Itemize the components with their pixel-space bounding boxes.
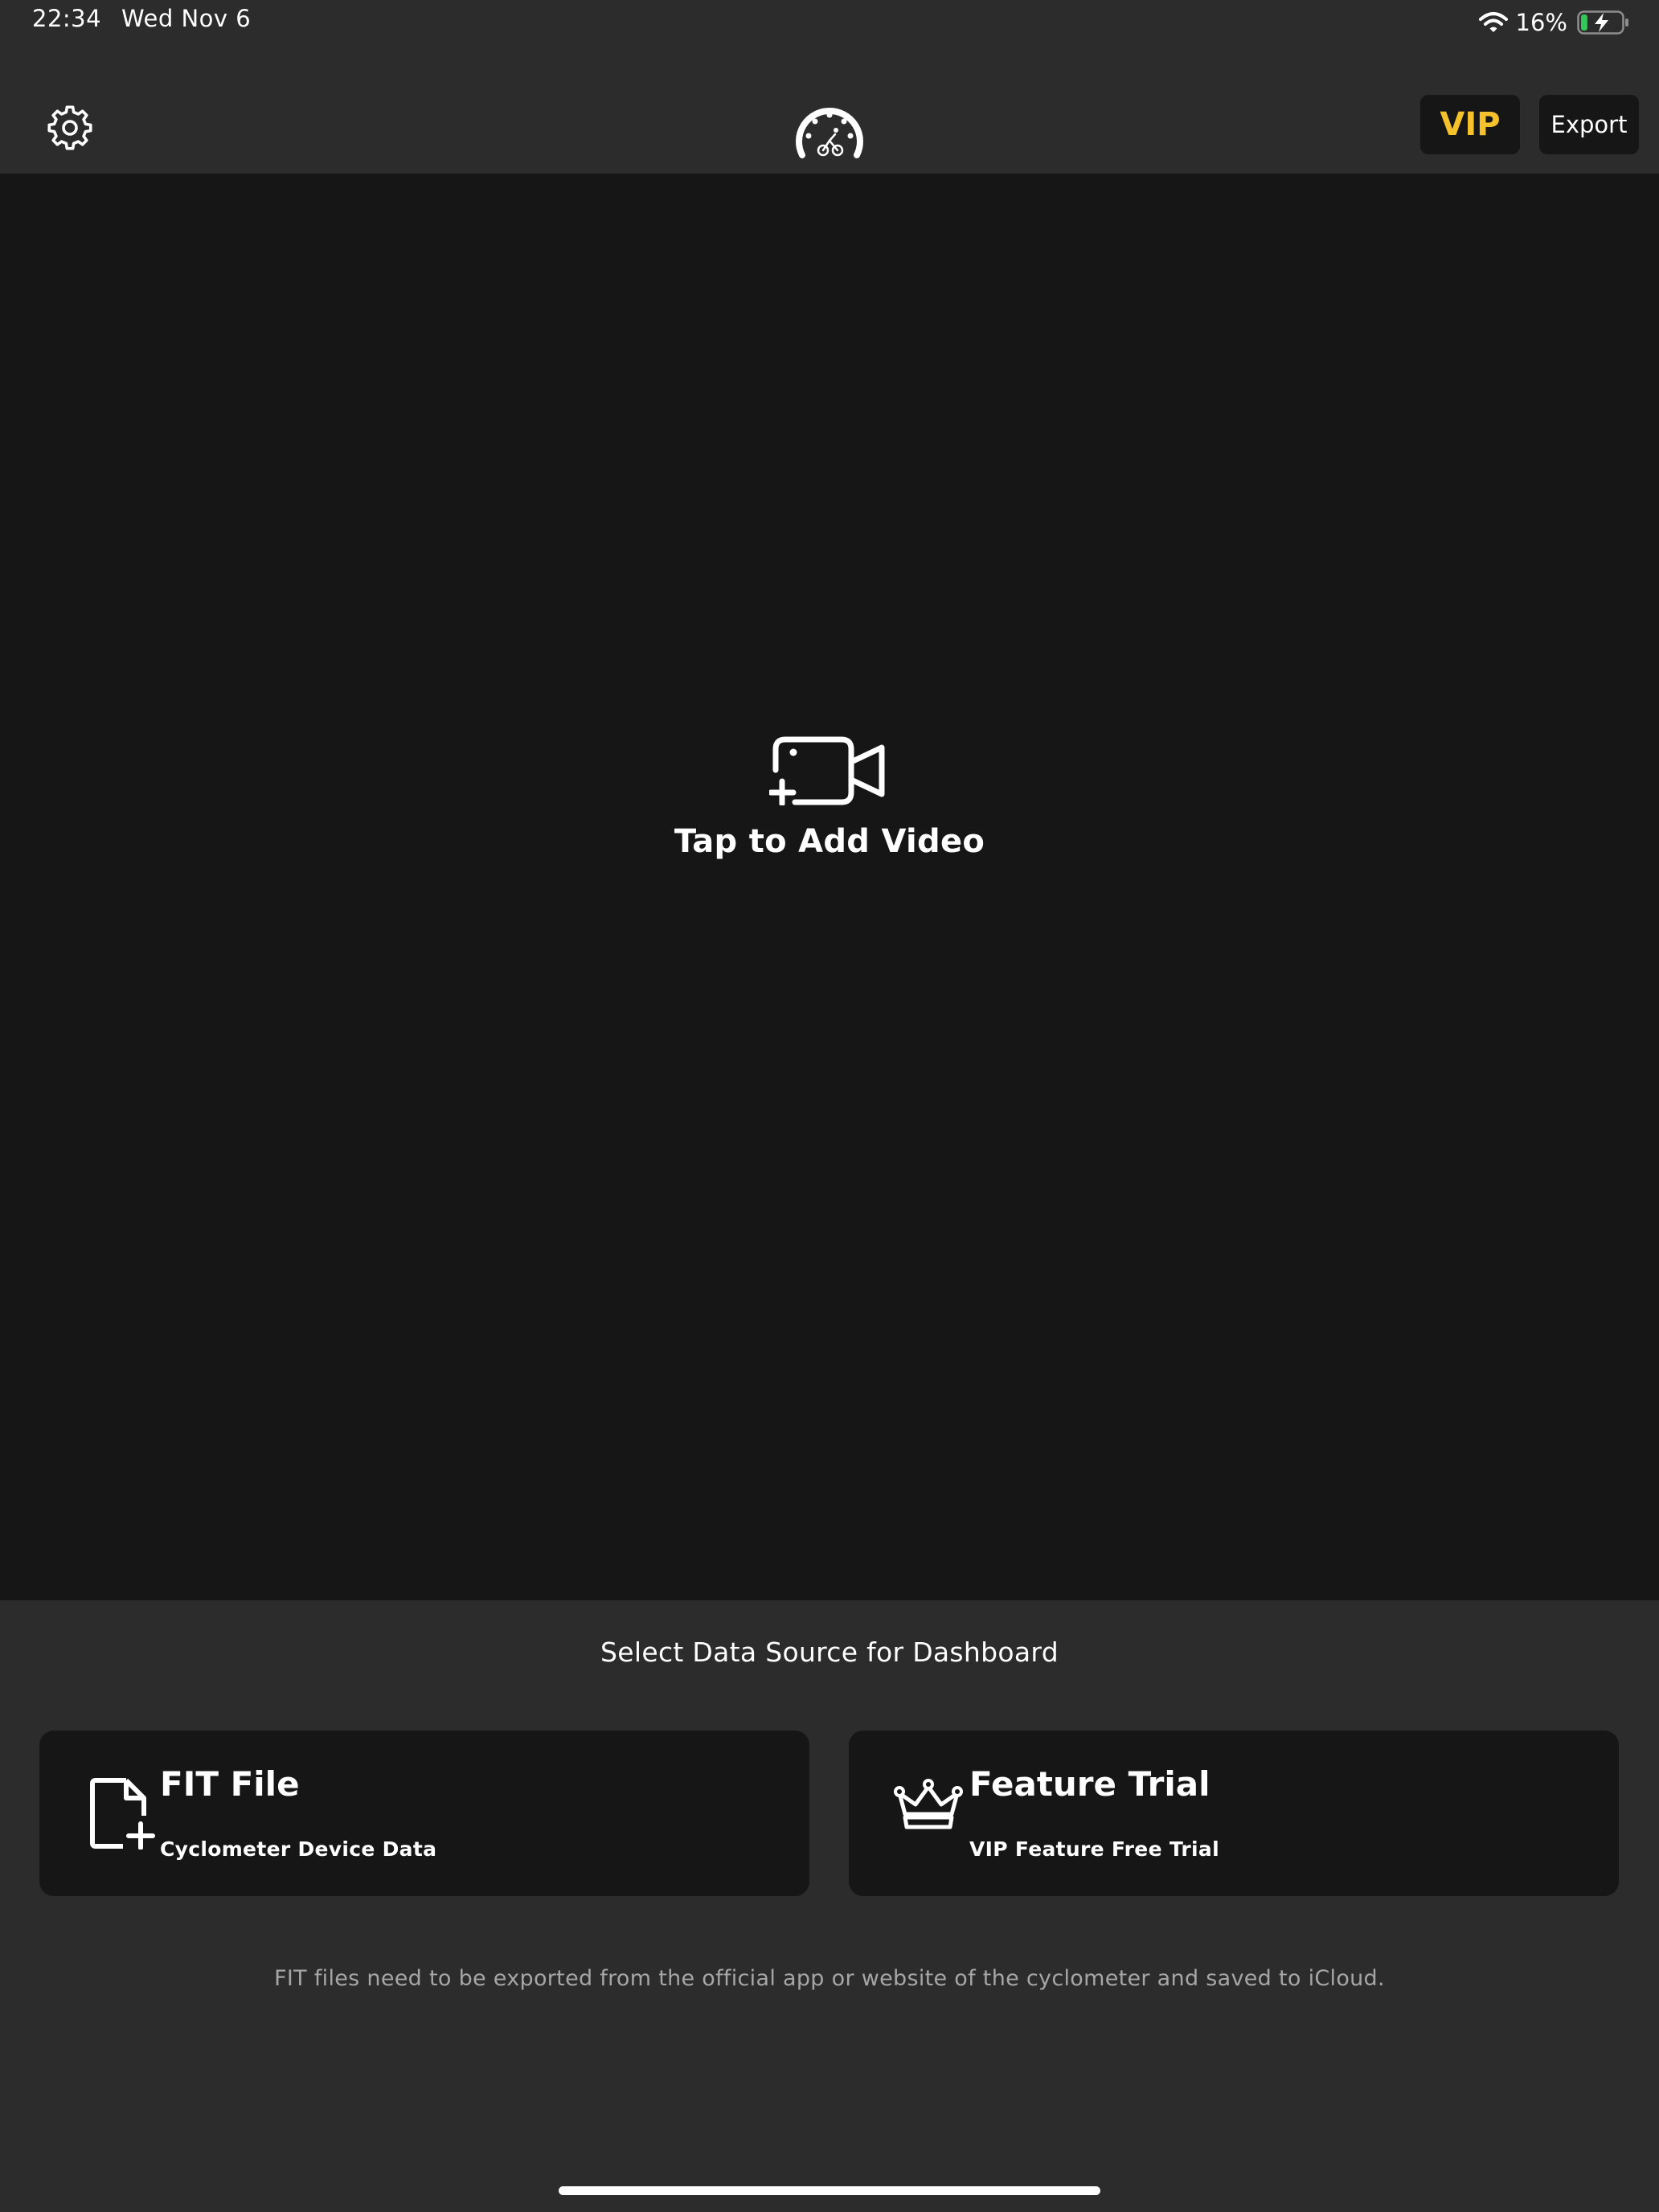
- speedometer-cyclist-icon: [796, 108, 863, 158]
- card-subtitle: VIP Feature Free Trial: [969, 1837, 1219, 1861]
- video-camera-add-icon: [769, 736, 885, 805]
- card-title: FIT File: [160, 1764, 300, 1804]
- status-indicators: 16%: [1478, 6, 1630, 39]
- top-nav: VIP Export: [0, 48, 1659, 174]
- fit-file-card[interactable]: FIT File Cyclometer Device Data: [39, 1731, 809, 1896]
- settings-button[interactable]: [39, 96, 101, 159]
- battery-charging-icon: [1577, 10, 1628, 35]
- add-video-button[interactable]: Tap to Add Video: [629, 736, 1030, 913]
- card-title: Feature Trial: [969, 1764, 1210, 1804]
- file-add-icon: [90, 1778, 155, 1849]
- status-date: Wed Nov 6: [121, 5, 252, 32]
- battery-percent: 16%: [1515, 9, 1567, 36]
- video-preview-area[interactable]: Tap to Add Video: [0, 174, 1659, 1600]
- data-source-title: Select Data Source for Dashboard: [600, 1636, 1059, 1668]
- fit-file-footnote: FIT files need to be exported from the o…: [274, 1966, 1385, 1991]
- crown-icon: [894, 1779, 963, 1829]
- add-video-label: Tap to Add Video: [674, 823, 985, 860]
- feature-trial-card[interactable]: Feature Trial VIP Feature Free Trial: [849, 1731, 1619, 1896]
- vip-button[interactable]: VIP: [1420, 95, 1520, 154]
- app-screen: 22:34 Wed Nov 6 16% VIP Export Tap to Ad…: [0, 0, 1659, 2212]
- wifi-icon: [1478, 12, 1508, 32]
- card-subtitle: Cyclometer Device Data: [160, 1837, 437, 1861]
- status-time: 22:34: [32, 5, 102, 32]
- home-indicator[interactable]: [559, 2186, 1100, 2195]
- export-button[interactable]: Export: [1539, 95, 1639, 154]
- status-bar: 22:34 Wed Nov 6 16%: [0, 0, 1659, 48]
- gear-icon: [47, 105, 92, 150]
